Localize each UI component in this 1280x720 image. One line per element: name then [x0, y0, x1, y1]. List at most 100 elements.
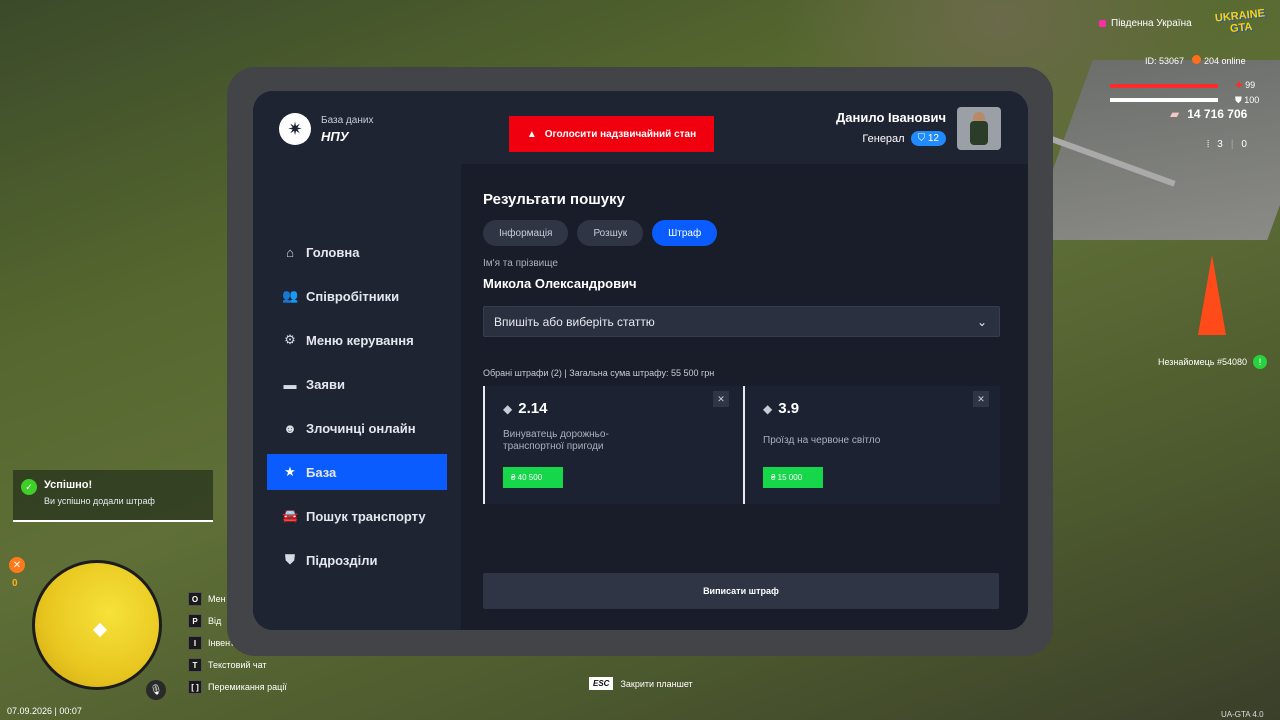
- issue-fine-button[interactable]: Виписати штраф: [483, 573, 999, 609]
- sidebar-item-label: Злочинці онлайн: [306, 420, 416, 436]
- region-label: Південна Україна: [1099, 18, 1192, 29]
- rank-level: 12: [927, 133, 939, 144]
- police-badge-icon: ✷: [279, 113, 311, 145]
- fine-code-text: 2.14: [518, 400, 548, 417]
- fine-amount: ₴ 15 000: [763, 467, 823, 488]
- ammo-separator: |: [1230, 139, 1234, 150]
- sidebar-item-control-menu[interactable]: ⚙ Меню керування: [267, 322, 447, 358]
- sidebar-item-label: Заяви: [306, 376, 345, 392]
- fine-card: ◆ 2.14 Винуватець дорожньо-транспортної п…: [483, 386, 735, 504]
- key-hint: T Текстовий чат: [188, 654, 287, 676]
- tools-icon: ✕: [9, 557, 25, 573]
- face-icon: ☻: [283, 420, 297, 436]
- ammo-display: ⦙ 3 | 0: [1207, 139, 1247, 150]
- tab-wanted[interactable]: Розшук: [577, 220, 644, 246]
- nearby-player-name: Незнайомець #54080: [1158, 357, 1248, 367]
- key-label: Текстовий чат: [208, 660, 267, 670]
- emergency-button[interactable]: ▲ Оголосити надзвичайний стан: [509, 116, 714, 152]
- user-rank: Генерал ⛉ 12: [862, 131, 946, 146]
- article-select-placeholder: Впишіть або виберіть статтю: [494, 314, 655, 329]
- sidebar-item-label: Головна: [306, 244, 360, 260]
- esc-label: Закрити планшет: [620, 678, 693, 689]
- key-cap: T: [188, 658, 202, 672]
- money-text: 14 716 706: [1187, 107, 1248, 121]
- health-icon: ✚: [1235, 80, 1243, 90]
- money-display: ▰ 14 716 706: [1170, 107, 1247, 121]
- key-cap: I: [188, 636, 202, 650]
- sidebar-item-home[interactable]: ⌂ Головна: [267, 234, 447, 270]
- warning-icon: ▲: [526, 128, 537, 140]
- sidebar-nav: ⌂ Головна 👥 Співробітники ⚙ Меню керування …: [267, 234, 447, 586]
- fine-code-text: 3.9: [778, 400, 800, 417]
- player-info: ID: 53067 204 online: [1145, 55, 1246, 66]
- rank-title: Генерал: [862, 132, 905, 145]
- toast-title: Успішно!: [44, 479, 93, 491]
- money-icon: ▰: [1170, 107, 1180, 121]
- tablet-screen: ✷ База даних НПУ ⌂ Головна 👥 Співробітники…: [253, 91, 1028, 630]
- version-label: UA-GTA 4.0: [1221, 710, 1264, 719]
- sidebar-item-applications[interactable]: ▬ Заяви: [267, 366, 447, 402]
- fine-amount: ₴ 40 500: [503, 467, 563, 488]
- sidebar-item-units[interactable]: ⛊ Підрозділи: [267, 542, 447, 578]
- tab-info[interactable]: Інформація: [483, 220, 569, 246]
- tag-icon: ◆: [503, 401, 513, 416]
- key-cap: P: [188, 614, 202, 628]
- sidebar-item-criminals-online[interactable]: ☻ Злочинці онлайн: [267, 410, 447, 446]
- traffic-cone: [1198, 255, 1226, 335]
- article-select[interactable]: Впишіть або виберіть статтю ⌄: [483, 306, 1000, 337]
- topbar: ▲ Оголосити надзвичайний стан Данило Іва…: [461, 91, 1028, 164]
- key-cap: [ ]: [188, 680, 202, 694]
- logo-subtitle: База даних: [321, 114, 374, 126]
- name-value: Микола Олександрович: [483, 276, 637, 291]
- sidebar-item-label: База: [306, 464, 337, 480]
- key-hint: [ ] Перемикання рації: [188, 676, 287, 698]
- sidebar-item-vehicle-search[interactable]: 🚘 Пошук транспорту: [267, 498, 447, 534]
- home-icon: ⌂: [286, 244, 294, 260]
- game-logo: UKRAINE GTA: [1214, 7, 1266, 36]
- sidebar-item-label: Співробітники: [306, 288, 400, 304]
- remove-fine-button[interactable]: ✕: [973, 391, 989, 407]
- fine-code: ◆ 3.9: [763, 400, 799, 417]
- chevron-down-icon: ⌄: [976, 314, 987, 329]
- fines-list: ◆ 2.14 Винуватець дорожньо-транспортної п…: [483, 386, 1000, 504]
- app-logo: ✷ База даних НПУ: [279, 113, 373, 145]
- esc-key: ESC: [589, 677, 614, 690]
- fines-summary: Обрані штрафи (2) | Загальна сума штрафу…: [483, 368, 715, 378]
- armor-bar: [1110, 98, 1218, 102]
- online-icon: [1192, 55, 1202, 64]
- region-text: Південна Україна: [1111, 18, 1192, 29]
- status-icon: !: [1253, 355, 1268, 369]
- region-icon: [1099, 20, 1106, 27]
- tab-fine[interactable]: Штраф: [652, 220, 718, 246]
- fine-code: ◆ 2.14: [503, 400, 547, 417]
- minimap: [32, 560, 162, 690]
- user-name: Данило Іванович: [836, 110, 946, 125]
- logo-title: НПУ: [321, 128, 349, 144]
- avatar: [957, 107, 1001, 150]
- close-tablet-hint: ESC Закрити планшет: [589, 677, 693, 690]
- fine-description: Проїзд на червоне світло: [763, 435, 881, 446]
- armor-value: ⛊ 100: [1235, 95, 1259, 106]
- rank-badge: ⛉ 12: [910, 131, 946, 146]
- sidebar-item-database[interactable]: ★ База: [267, 454, 447, 490]
- ammo-count: 3: [1217, 139, 1223, 150]
- online-text: 204 online: [1204, 56, 1246, 66]
- fine-description: Винуватець дорожньо-транспортної пригоди: [503, 429, 609, 452]
- sidebar-item-label: Меню керування: [306, 332, 414, 348]
- main-content: Результати пошуку Інформація Розшук Штра…: [483, 164, 1000, 630]
- health-value: ✚ 99: [1235, 80, 1255, 91]
- page-title: Результати пошуку: [483, 191, 625, 208]
- ammo-reserve: 0: [1241, 139, 1247, 150]
- people-icon: 👥: [282, 288, 299, 303]
- key-label: Мен: [208, 594, 226, 604]
- sidebar-item-label: Пошук транспорту: [306, 508, 426, 524]
- remove-fine-button[interactable]: ✕: [713, 391, 729, 407]
- check-icon: ✓: [21, 479, 37, 495]
- player-arrow-icon: [92, 622, 108, 638]
- armor-text: 100: [1244, 95, 1260, 105]
- sidebar-item-employees[interactable]: 👥 Співробітники: [267, 278, 447, 314]
- tag-icon: ◆: [763, 401, 773, 416]
- success-toast: ✓ Успішно! Ви успішно додали штраф: [13, 470, 213, 522]
- sidebar: ✷ База даних НПУ ⌂ Головна 👥 Співробітники…: [253, 91, 461, 630]
- key-cap: O: [188, 592, 202, 606]
